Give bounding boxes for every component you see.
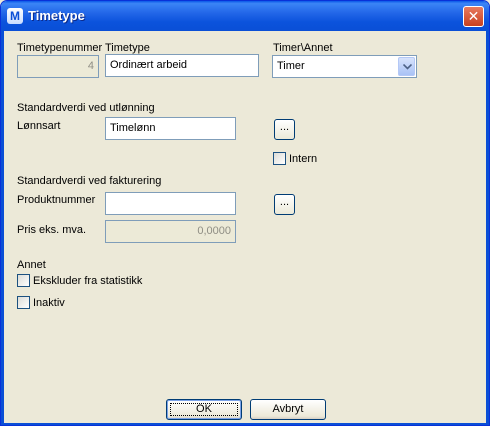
cancel-button[interactable]: Avbryt: [250, 399, 326, 420]
cancel-button-label: Avbryt: [272, 403, 304, 415]
window-title: Timetype: [28, 8, 85, 23]
timetype-dialog: M Timetype ✕ Timetypenummer 4 Timetype O…: [0, 0, 490, 426]
price-field: 0,0000: [105, 220, 236, 243]
close-button[interactable]: ✕: [463, 6, 484, 27]
window-frame-right: [486, 31, 489, 425]
product-number-label: Produktnummer: [17, 194, 96, 206]
inactive-label: Inaktiv: [33, 297, 65, 309]
unit-selected-value: Timer: [277, 60, 305, 72]
timetype-number-label: Timetypenummer: [17, 42, 103, 54]
unit-dropdown-button[interactable]: [398, 57, 415, 76]
payroll-section-label: Standardverdi ved utlønning: [17, 102, 155, 114]
title-bar[interactable]: M Timetype ✕: [1, 1, 489, 31]
inactive-checkbox[interactable]: [17, 296, 30, 309]
wage-type-label: Lønnsart: [17, 120, 61, 132]
product-number-input[interactable]: [105, 192, 236, 215]
product-browse-button[interactable]: ...: [274, 194, 295, 215]
wage-type-input[interactable]: Timelønn: [105, 117, 236, 140]
close-icon: ✕: [467, 8, 480, 24]
unit-label: Timer\Annet: [273, 42, 333, 54]
intern-label: Intern: [289, 153, 318, 165]
wage-type-browse-button[interactable]: ...: [274, 119, 295, 140]
focus-rectangle: [170, 403, 238, 416]
unit-select[interactable]: Timer: [272, 55, 417, 78]
chevron-down-icon: [403, 64, 412, 70]
timetype-name-input[interactable]: Ordinært arbeid: [105, 54, 259, 77]
window-frame-left: [1, 31, 4, 425]
other-section-label: Annet: [17, 259, 46, 271]
intern-checkbox[interactable]: [273, 152, 286, 165]
invoicing-section-label: Standardverdi ved fakturering: [17, 175, 162, 187]
price-label: Pris eks. mva.: [17, 224, 87, 236]
ok-button[interactable]: OK: [166, 399, 242, 420]
timetype-number-field: 4: [17, 55, 99, 78]
timetype-name-label: Timetype: [105, 42, 150, 54]
exclude-statistics-checkbox[interactable]: [17, 274, 30, 287]
exclude-statistics-label: Ekskluder fra statistikk: [33, 275, 143, 287]
app-icon: M: [7, 8, 23, 24]
